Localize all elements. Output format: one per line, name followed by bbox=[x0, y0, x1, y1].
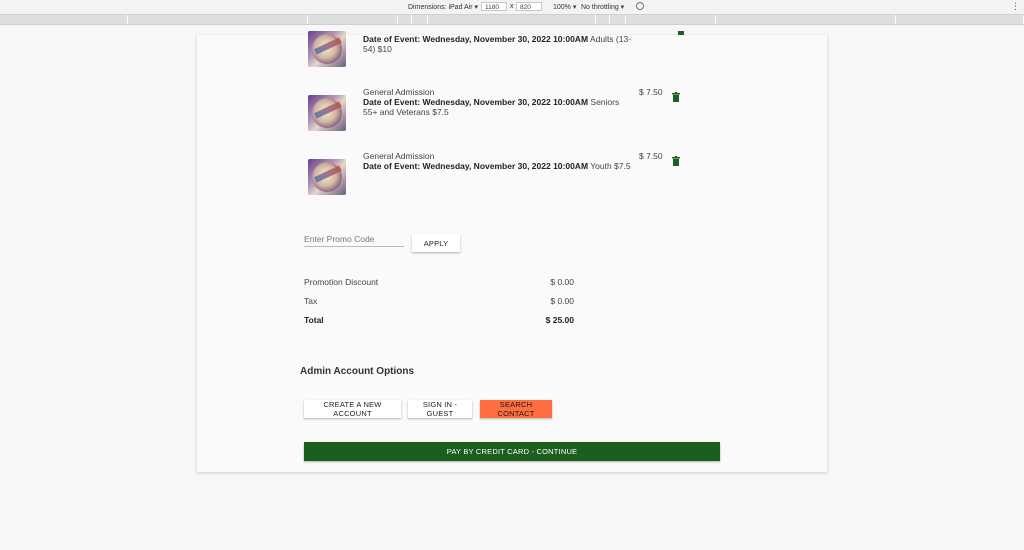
total-value: $ 25.00 bbox=[545, 315, 574, 325]
trash-icon[interactable] bbox=[672, 92, 680, 102]
tax-value: $ 0.00 bbox=[550, 296, 574, 306]
width-input[interactable]: 1180 bbox=[481, 2, 507, 11]
rotate-icon[interactable] bbox=[636, 2, 644, 10]
devtools-toolbar: Dimensions: iPad Air ▾ 1180 x 820 100% ▾… bbox=[0, 0, 1024, 15]
item-price: $ 7.50 bbox=[639, 151, 663, 161]
tax-label: Tax bbox=[304, 296, 318, 306]
device-select[interactable]: Dimensions: iPad Air ▾ bbox=[408, 3, 478, 11]
ticket-detail: Youth $7.5 bbox=[590, 161, 631, 171]
event-thumbnail bbox=[308, 159, 346, 195]
ruler-segment[interactable] bbox=[896, 15, 1024, 24]
ruler-segment[interactable] bbox=[398, 15, 412, 24]
discount-label: Promotion Discount bbox=[304, 277, 379, 287]
event-thumbnail bbox=[308, 31, 346, 67]
item-price: $ 7.50 bbox=[639, 87, 663, 97]
promo-code-input[interactable] bbox=[304, 232, 404, 247]
pay-credit-card-button[interactable]: PAY BY CREDIT CARD - CONTINUE bbox=[304, 442, 720, 461]
checkout-card: Date of Event: Wednesday, November 30, 2… bbox=[197, 31, 827, 472]
ruler-segment[interactable] bbox=[610, 15, 626, 24]
create-account-button[interactable]: CREATE A NEW ACCOUNT bbox=[304, 400, 401, 418]
ruler-segment[interactable] bbox=[626, 15, 716, 24]
sign-in-guest-button[interactable]: SIGN IN - GUEST bbox=[408, 400, 472, 418]
discount-value: $ 0.00 bbox=[550, 277, 574, 287]
ticket-name: General Admission bbox=[363, 87, 435, 97]
item-description: Date of Event: Wednesday, November 30, 2… bbox=[363, 34, 633, 54]
ruler-segment[interactable] bbox=[0, 15, 128, 24]
event-date: Date of Event: Wednesday, November 30, 2… bbox=[363, 34, 589, 44]
media-query-ruler bbox=[0, 15, 1024, 25]
ruler-segment[interactable] bbox=[308, 15, 398, 24]
device-viewport: Date of Event: Wednesday, November 30, 2… bbox=[0, 25, 1024, 550]
admin-options-title: Admin Account Options bbox=[300, 366, 415, 377]
search-contact-button[interactable]: SEARCH CONTACT bbox=[480, 400, 552, 418]
event-date: Date of Event: Wednesday, November 30, 2… bbox=[363, 97, 589, 107]
ruler-segment[interactable] bbox=[128, 15, 308, 24]
trash-icon[interactable] bbox=[672, 156, 680, 166]
item-description: General Admission Date of Event: Wednesd… bbox=[363, 151, 633, 171]
height-input[interactable]: 820 bbox=[516, 2, 542, 11]
trash-icon[interactable] bbox=[677, 31, 685, 41]
ruler-segment[interactable] bbox=[716, 15, 896, 24]
apply-button[interactable]: APPLY bbox=[412, 234, 460, 252]
total-label: Total bbox=[304, 315, 324, 325]
throttle-select[interactable]: No throttling ▾ bbox=[581, 3, 624, 11]
dimension-separator: x bbox=[510, 3, 514, 10]
ticket-name: General Admission bbox=[363, 151, 435, 161]
ruler-segment[interactable] bbox=[596, 15, 610, 24]
ruler-segment[interactable] bbox=[412, 15, 428, 24]
ruler-segment[interactable] bbox=[428, 15, 596, 24]
zoom-select[interactable]: 100% ▾ bbox=[553, 3, 576, 11]
event-thumbnail bbox=[308, 95, 346, 131]
item-description: General Admission Date of Event: Wednesd… bbox=[363, 87, 633, 117]
event-date: Date of Event: Wednesday, November 30, 2… bbox=[363, 161, 589, 171]
more-options-icon[interactable]: ⋮ bbox=[1011, 1, 1020, 12]
